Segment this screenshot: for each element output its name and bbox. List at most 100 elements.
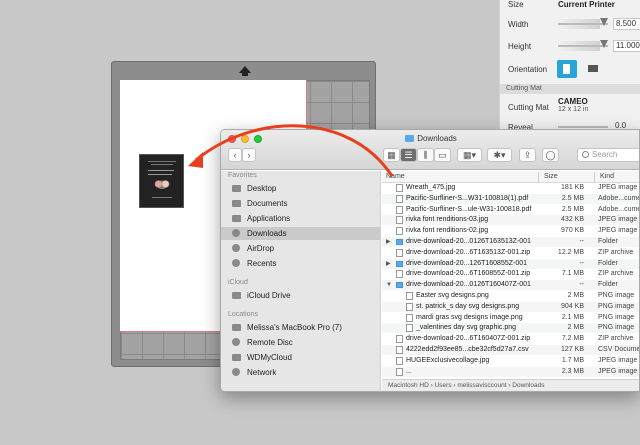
share-button[interactable]: ⇪ [519,148,536,162]
file-row[interactable]: Wreath_475.jpg 181 KB JPEG image [382,183,639,193]
tag-button[interactable]: ◯ [542,148,559,162]
disclosure-closed-icon[interactable]: ▶ [386,237,391,247]
sidebar-item-desktop[interactable]: Desktop [221,182,380,195]
file-size: 2 MB [567,324,584,332]
file-row[interactable]: ▶ drive-download-20...0126T163513Z-001 -- F… [382,237,639,247]
file-name: Wreath_475.jpg [406,184,456,191]
path-users[interactable]: Users [435,382,452,389]
cloud-icon [232,292,241,299]
size-select[interactable]: Current Printer [558,0,615,9]
file-size: -- [579,238,584,245]
sidebar-item-documents[interactable]: Documents [221,197,380,210]
file-icon [406,324,413,333]
file-row[interactable]: 4222edd2f93ee85...cbe32cf5d27a7.csv 127 K… [382,345,639,355]
file-name: Pacific-Surfliner-S...ule-W31-100818.pdf [406,205,532,213]
sidebar-item-macbook[interactable]: Melissa's MacBook Pro (7) [221,321,380,334]
file-size: 7.1 MB [561,270,584,278]
width-slider[interactable] [558,17,608,31]
wreath-image-object[interactable] [139,154,184,208]
sidebar-item-downloads[interactable]: Downloads [221,227,380,240]
file-name: drive-download-20...6T160407Z-001.zip [406,335,531,343]
sidebar-item-wdmycloud[interactable]: WDMyCloud [221,351,380,364]
action-gear-button[interactable]: ✱▾ [487,148,512,162]
file-size: 127 KB [561,346,584,353]
file-name: _valentines day svg graphic.png [416,324,517,332]
name-column-header[interactable]: Name [386,173,405,180]
file-row[interactable]: rivka font renditions-02.jpg 970 KB JPEG i… [382,226,639,236]
size-column-header[interactable]: Size [544,173,558,180]
drive-icon [232,354,241,361]
file-icon [406,302,413,311]
zip-icon [396,335,403,344]
search-input[interactable]: Search [577,148,639,162]
orientation-label: Orientation [508,65,548,74]
group-button[interactable]: ▦▾ [457,148,482,162]
file-row[interactable]: drive-download-20...6T163513Z-001.zip 12.… [382,248,639,258]
width-input[interactable]: 8.500 [613,18,640,30]
airdrop-icon [232,244,240,252]
file-row[interactable]: ▶ drive-download-20...126T160855Z-001 -- Fo… [382,258,639,269]
file-icon [396,205,403,214]
title-bar: Downloads ‹ › ▦ ☰ ⫼ ▭ ▦▾ ✱▾ ⇪ ◯ Search [221,130,639,170]
file-row[interactable]: ▼ drive-download-20...0126T160407Z-001 -- F… [382,280,639,291]
file-row[interactable]: drive-download-20...6T160855Z-001.zip 7.1… [382,269,639,279]
sidebar-item-airdrop[interactable]: AirDrop [221,242,380,255]
file-row[interactable]: rivka font renditions-03.jpg 432 KB JPEG i… [382,215,639,226]
height-slider[interactable] [558,39,608,53]
file-kind: ZIP archive [598,270,634,278]
folder-icon [396,282,403,289]
file-kind: Folder [598,238,618,245]
file-name: drive-download-20...0126T160407Z-001 [406,281,531,289]
zip-icon [396,248,403,257]
sidebar-item-remote-disc[interactable]: Remote Disc [221,336,380,349]
cutting-mat-select[interactable]: CAMEO [558,97,588,106]
disc-icon [232,338,240,346]
gallery-view-button[interactable]: ▭ [434,148,451,162]
disclosure-closed-icon[interactable]: ▶ [386,259,391,269]
file-size: 181 KB [561,184,584,191]
file-icon [396,184,403,192]
file-kind: PNG image [598,313,635,321]
file-row[interactable]: ... 2.3 MB JPEG image [382,366,639,377]
icon-view-button[interactable]: ▦ [383,148,400,162]
sidebar-item-recents[interactable]: Recents [221,257,380,270]
list-view-button[interactable]: ☰ [400,148,417,162]
file-size: 2.5 MB [561,205,584,213]
column-view-button[interactable]: ⫼ [417,148,434,162]
portrait-icon [563,64,570,74]
file-size: 12.2 MB [557,248,584,256]
file-row[interactable]: Pacific-Surfliner-S...ule-W31-100818.pdf… [382,205,639,215]
disclosure-open-icon[interactable]: ▼ [386,280,392,290]
sidebar-item-icloud-drive[interactable]: iCloud Drive [221,289,380,302]
height-input[interactable]: 11.000 [613,40,640,52]
file-row[interactable]: Easter svg designs.png 2 MB PNG image [382,291,639,301]
forward-button[interactable]: › [242,148,256,162]
portrait-orientation-button[interactable] [557,60,577,78]
back-button[interactable]: ‹ [228,148,242,162]
file-name: drive-download-20...126T160855Z-001 [406,259,528,267]
file-row[interactable]: HUGEExclusivecollage.jpg 1.7 MB JPEG image [382,356,639,366]
kind-column-header[interactable]: Kind [600,173,614,180]
file-name: ... [406,367,412,375]
file-icon [396,356,403,365]
file-row[interactable]: drive-download-20...6T160407Z-001.zip 7.2… [382,334,639,344]
cutting-mat-label: Cutting Mat [508,103,549,112]
file-row[interactable]: _valentines day svg graphic.png 2 MB PNG i… [382,323,639,334]
flower-decoration-icon [153,179,171,189]
file-icon [396,367,403,376]
sidebar-item-applications[interactable]: Applications [221,212,380,225]
file-icon [406,313,413,322]
landscape-orientation-button[interactable] [584,60,604,78]
sidebar-item-network[interactable]: Network [221,366,380,379]
file-size: -- [579,281,584,289]
path-user-home[interactable]: melissavisccount [457,382,506,389]
file-size: 970 KB [561,227,584,235]
file-name: Easter svg designs.png [416,292,489,299]
path-macintosh-hd[interactable]: Macintosh HD [388,382,429,389]
file-row[interactable]: st. patrick_s day svg designs.png 904 KB P… [382,301,639,312]
file-kind: JPEG image [598,367,638,375]
path-downloads[interactable]: Downloads [512,382,544,389]
file-row[interactable]: Pacific-Surfliner-S...W31-100818(1).pdf 2… [382,193,639,204]
file-size: 2 MB [567,292,584,299]
file-row[interactable]: mardi gras svg designs image.png 2.1 MB PN… [382,313,639,323]
